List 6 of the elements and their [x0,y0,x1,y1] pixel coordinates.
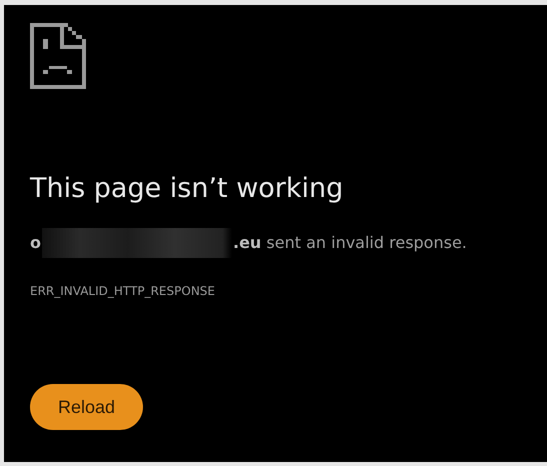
error-title: This page isn’t working [30,172,344,206]
host-text: o [30,232,41,254]
reload-button[interactable]: Reload [30,384,143,430]
sad-page-icon [30,23,86,89]
error-code: ERR_INVALID_HTTP_RESPONSE [30,284,216,298]
error-message: .eu sent an invalid response. [233,232,467,254]
